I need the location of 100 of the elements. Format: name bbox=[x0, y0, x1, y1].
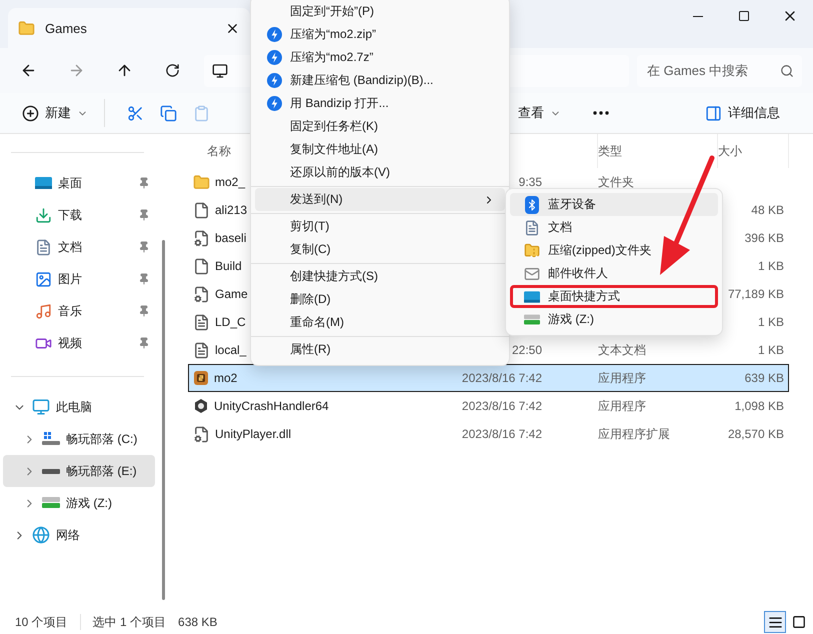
new-button[interactable]: 新建 bbox=[14, 97, 96, 129]
size-cell: 1,098 KB bbox=[734, 399, 784, 413]
menu-item[interactable]: 压缩为“mo2.7z” bbox=[255, 46, 505, 69]
list-icon bbox=[768, 614, 782, 630]
file-name[interactable]: mo2_ bbox=[215, 175, 246, 189]
sidebar-item[interactable]: 图片 bbox=[0, 263, 158, 295]
drive-icon bbox=[524, 314, 540, 326]
menu-item[interactable]: 发送到(N) bbox=[255, 188, 505, 211]
search-field[interactable]: 在 Games 中搜索 bbox=[637, 54, 802, 86]
file-name[interactable]: Build bbox=[215, 259, 242, 273]
lightning-icon bbox=[266, 50, 282, 65]
sidebar-item[interactable]: 下载 bbox=[0, 199, 158, 231]
text-file-icon bbox=[193, 314, 210, 330]
size-cell: 639 KB bbox=[744, 371, 784, 385]
cut-icon bbox=[127, 104, 144, 122]
network-icon bbox=[32, 526, 50, 544]
details-pane-icon bbox=[705, 104, 722, 122]
menu-item[interactable]: 压缩(zipped)文件夹 bbox=[510, 239, 718, 262]
type-cell: 应用程序扩展 bbox=[598, 426, 670, 442]
menu-item[interactable]: 复制文件地址(A) bbox=[255, 138, 505, 161]
tree-item[interactable]: 游戏 (Z:) bbox=[3, 487, 155, 519]
file-name[interactable]: LD_C bbox=[215, 315, 246, 329]
bluetooth-icon bbox=[525, 196, 539, 214]
tree-item[interactable]: 网络 bbox=[3, 519, 155, 551]
sidebar-item[interactable]: 桌面 bbox=[0, 167, 158, 199]
column-header[interactable]: 类型 bbox=[598, 134, 718, 168]
plus-icon bbox=[22, 104, 39, 122]
menu-item[interactable]: 文档 bbox=[510, 216, 718, 239]
selection-count: 选中 1 个项目 bbox=[92, 614, 166, 630]
more-icon bbox=[593, 111, 609, 115]
details-view-button[interactable] bbox=[764, 611, 786, 633]
menu-item[interactable]: 复制(C) bbox=[255, 238, 505, 261]
tree-item[interactable]: 畅玩部落 (C:) bbox=[3, 423, 155, 455]
settings-file-icon bbox=[193, 426, 210, 442]
sidebar-item[interactable]: 文档 bbox=[0, 231, 158, 263]
menu-item[interactable]: 邮件收件人 bbox=[510, 262, 718, 285]
menu-item[interactable]: 属性(R) bbox=[255, 338, 505, 361]
file-name[interactable]: ali213 bbox=[215, 203, 248, 217]
settings-file-icon bbox=[193, 286, 210, 302]
lightning-icon bbox=[266, 96, 282, 111]
mail-icon bbox=[524, 266, 540, 282]
menu-item[interactable]: 创建快捷方式(S) bbox=[255, 265, 505, 288]
menu-item[interactable]: 压缩为“mo2.zip” bbox=[255, 23, 505, 46]
drive-icon bbox=[42, 467, 60, 475]
type-cell: 应用程序 bbox=[598, 370, 646, 386]
menu-item[interactable]: 还原以前的版本(V) bbox=[255, 161, 505, 184]
window-tab[interactable]: Games bbox=[8, 8, 250, 48]
menu-item[interactable]: 蓝牙设备 bbox=[510, 193, 718, 216]
document-icon bbox=[524, 220, 540, 236]
menu-item[interactable]: 重命名(M) bbox=[255, 311, 505, 334]
size-cell: 28,570 KB bbox=[728, 427, 784, 441]
type-cell: 文件夹 bbox=[598, 174, 634, 190]
selected-file-row[interactable]: mo2 2023/8/16 7:42 应用程序 639 KB bbox=[188, 364, 789, 392]
menu-item[interactable]: 剪切(T) bbox=[255, 215, 505, 238]
monitor-icon bbox=[212, 62, 228, 78]
menu-item[interactable]: 桌面快捷方式 bbox=[510, 285, 718, 308]
lightning-icon bbox=[266, 27, 282, 42]
menu-item[interactable]: 新建压缩包 (Bandizip)(B)... bbox=[255, 69, 505, 92]
size-cell: 1 KB bbox=[758, 259, 784, 273]
menu-item[interactable]: 固定到任务栏(K) bbox=[255, 115, 505, 138]
settings-file-icon bbox=[193, 230, 210, 246]
tab-title: Games bbox=[45, 20, 88, 36]
size-cell: 1 KB bbox=[758, 343, 784, 357]
document-icon bbox=[35, 238, 52, 256]
size-cell: 396 KB bbox=[744, 231, 784, 245]
sidebar-item[interactable]: 音乐 bbox=[0, 295, 158, 327]
copy-icon bbox=[160, 104, 177, 122]
music-icon bbox=[35, 302, 52, 320]
maximize-icon bbox=[738, 10, 750, 22]
column-header[interactable]: 大小 bbox=[718, 134, 789, 168]
picture-icon bbox=[35, 270, 52, 288]
file-icon bbox=[193, 258, 210, 274]
desktop-icon bbox=[35, 176, 52, 190]
menu-item[interactable]: 游戏 (Z:) bbox=[510, 308, 718, 331]
computer-icon bbox=[32, 398, 50, 416]
size-cell: 1 KB bbox=[758, 315, 784, 329]
file-name[interactable]: UnityPlayer.dll bbox=[215, 427, 292, 441]
file-name[interactable]: UnityCrashHandler64 bbox=[214, 399, 329, 413]
search-icon bbox=[780, 64, 794, 78]
tree-item[interactable]: 此电脑 bbox=[3, 391, 155, 423]
tree-item[interactable]: 畅玩部落 (E:) bbox=[3, 455, 155, 487]
menu-item[interactable]: 删除(D) bbox=[255, 288, 505, 311]
size-cell: 48 KB bbox=[751, 203, 784, 217]
menu-item[interactable]: 用 Bandizip 打开... bbox=[255, 92, 505, 115]
file-name[interactable]: baseli bbox=[215, 231, 246, 245]
scrollbar[interactable] bbox=[162, 240, 165, 600]
file-name[interactable]: Game bbox=[215, 287, 248, 301]
menu-item[interactable]: 固定到“开始”(P) bbox=[255, 0, 505, 23]
file-name[interactable]: local_ bbox=[215, 343, 246, 357]
desktop-icon bbox=[524, 290, 540, 304]
file-name[interactable]: mo2 bbox=[214, 371, 238, 385]
view-button[interactable]: 查看 bbox=[510, 97, 569, 129]
sidebar-item[interactable]: 视频 bbox=[0, 327, 158, 359]
item-count: 10 个项目 bbox=[15, 614, 68, 630]
lightning-icon bbox=[266, 73, 282, 88]
paste-icon bbox=[193, 104, 210, 122]
size-cell: 77,189 KB bbox=[728, 287, 784, 301]
drive-icon bbox=[42, 497, 60, 509]
details-button[interactable]: 详细信息 bbox=[697, 97, 788, 129]
folder-icon bbox=[18, 20, 35, 36]
